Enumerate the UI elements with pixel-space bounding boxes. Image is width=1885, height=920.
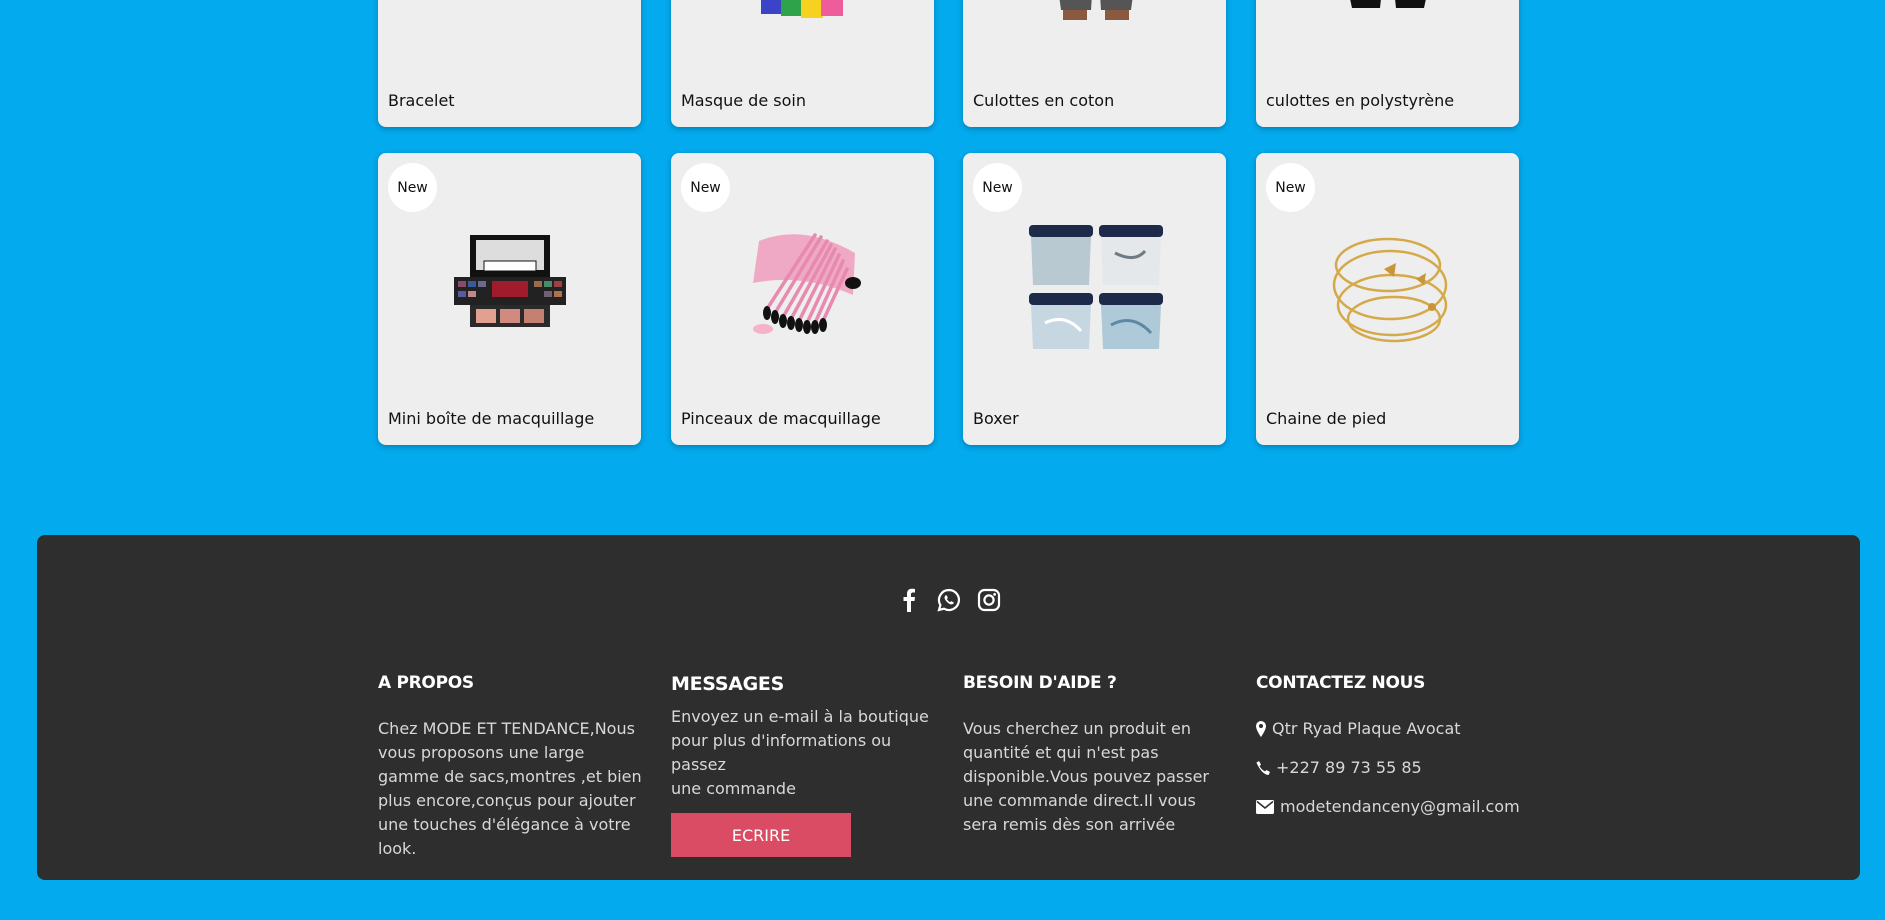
product-name: Boxer: [973, 409, 1019, 428]
product-card-pinceaux[interactable]: New Pinceaux de macquillage: [671, 153, 934, 445]
footer-about: A PROPOS Chez MODE ET TENDANCE,Nous vous…: [378, 673, 643, 861]
contact-address-text: Qtr Ryad Plaque Avocat: [1272, 719, 1461, 738]
contact-list: Qtr Ryad Plaque Avocat +227 89 73 55 85 …: [1256, 717, 1556, 819]
about-title: A PROPOS: [378, 673, 474, 693]
product-image: [1028, 225, 1163, 349]
footer: A PROPOS Chez MODE ET TENDANCE,Nous vous…: [37, 535, 1860, 880]
product-card-mini-boite[interactable]: New Mini boîte de macquillage: [378, 153, 641, 445]
messages-text: Envoyez un e-mail à la boutique pour plu…: [671, 705, 936, 801]
product-card-culottes-polystyrene[interactable]: culottes en polystyrène: [1256, 0, 1519, 127]
contact-address: Qtr Ryad Plaque Avocat: [1256, 717, 1556, 741]
product-name: Mini boîte de macquillage: [388, 409, 595, 428]
product-image: [430, 0, 590, 20]
ecrire-button[interactable]: ECRIRE: [671, 813, 851, 857]
new-badge: New: [1266, 163, 1315, 212]
product-image: [760, 0, 843, 18]
product-card-boxer[interactable]: New Boxer: [963, 153, 1226, 445]
help-text: Vous cherchez un produit en quantité et …: [963, 719, 1209, 834]
product-image: [1349, 0, 1426, 8]
instagram-icon[interactable]: [976, 587, 1002, 613]
contact-phone-text: +227 89 73 55 85: [1276, 758, 1422, 777]
contact-phone: +227 89 73 55 85: [1256, 756, 1556, 780]
product-image: [453, 235, 566, 327]
footer-help: BESOIN D'AIDE ? Vous cherchez un produit…: [963, 673, 1228, 837]
product-card-culottes-coton[interactable]: Culottes en coton: [963, 0, 1226, 127]
new-badge: New: [388, 163, 437, 212]
phone-icon: [1256, 761, 1270, 775]
social-links: [37, 587, 1860, 613]
product-name: culottes en polystyrène: [1266, 91, 1455, 110]
messages-text-line-1: Envoyez un e-mail à la boutique pour plu…: [671, 707, 929, 774]
contact-email: modetendanceny@gmail.com: [1256, 795, 1556, 819]
product-card-bracelet[interactable]: Bracelet: [378, 0, 641, 127]
help-title: BESOIN D'AIDE ?: [963, 673, 1117, 693]
map-marker-icon: [1256, 721, 1266, 737]
footer-contact: CONTACTEZ NOUS Qtr Ryad Plaque Avocat +2…: [1256, 673, 1556, 834]
contact-title: CONTACTEZ NOUS: [1256, 673, 1426, 693]
product-name: Chaine de pied: [1266, 409, 1387, 428]
new-badge: New: [681, 163, 730, 212]
product-card-masque[interactable]: Masque de soin: [671, 0, 934, 127]
contact-email-text[interactable]: modetendanceny@gmail.com: [1280, 795, 1520, 819]
envelope-icon: [1256, 800, 1274, 814]
whatsapp-icon[interactable]: [936, 587, 962, 613]
product-name: Pinceaux de macquillage: [681, 409, 881, 428]
footer-messages: MESSAGES Envoyez un e-mail à la boutique…: [671, 673, 936, 857]
new-badge: New: [973, 163, 1022, 212]
about-text: Chez MODE ET TENDANCE,Nous vous proposon…: [378, 719, 642, 858]
facebook-icon[interactable]: [896, 587, 922, 613]
product-name: Bracelet: [388, 91, 455, 110]
product-name: Masque de soin: [681, 91, 806, 110]
product-image: [1059, 0, 1132, 20]
product-image: [752, 233, 861, 334]
product-card-chaine-pied[interactable]: New Chaine de pied: [1256, 153, 1519, 445]
messages-title: MESSAGES: [671, 673, 784, 695]
product-image: [1332, 237, 1447, 343]
product-name: Culottes en coton: [973, 91, 1115, 110]
messages-text-line-2: une commande: [671, 779, 796, 798]
